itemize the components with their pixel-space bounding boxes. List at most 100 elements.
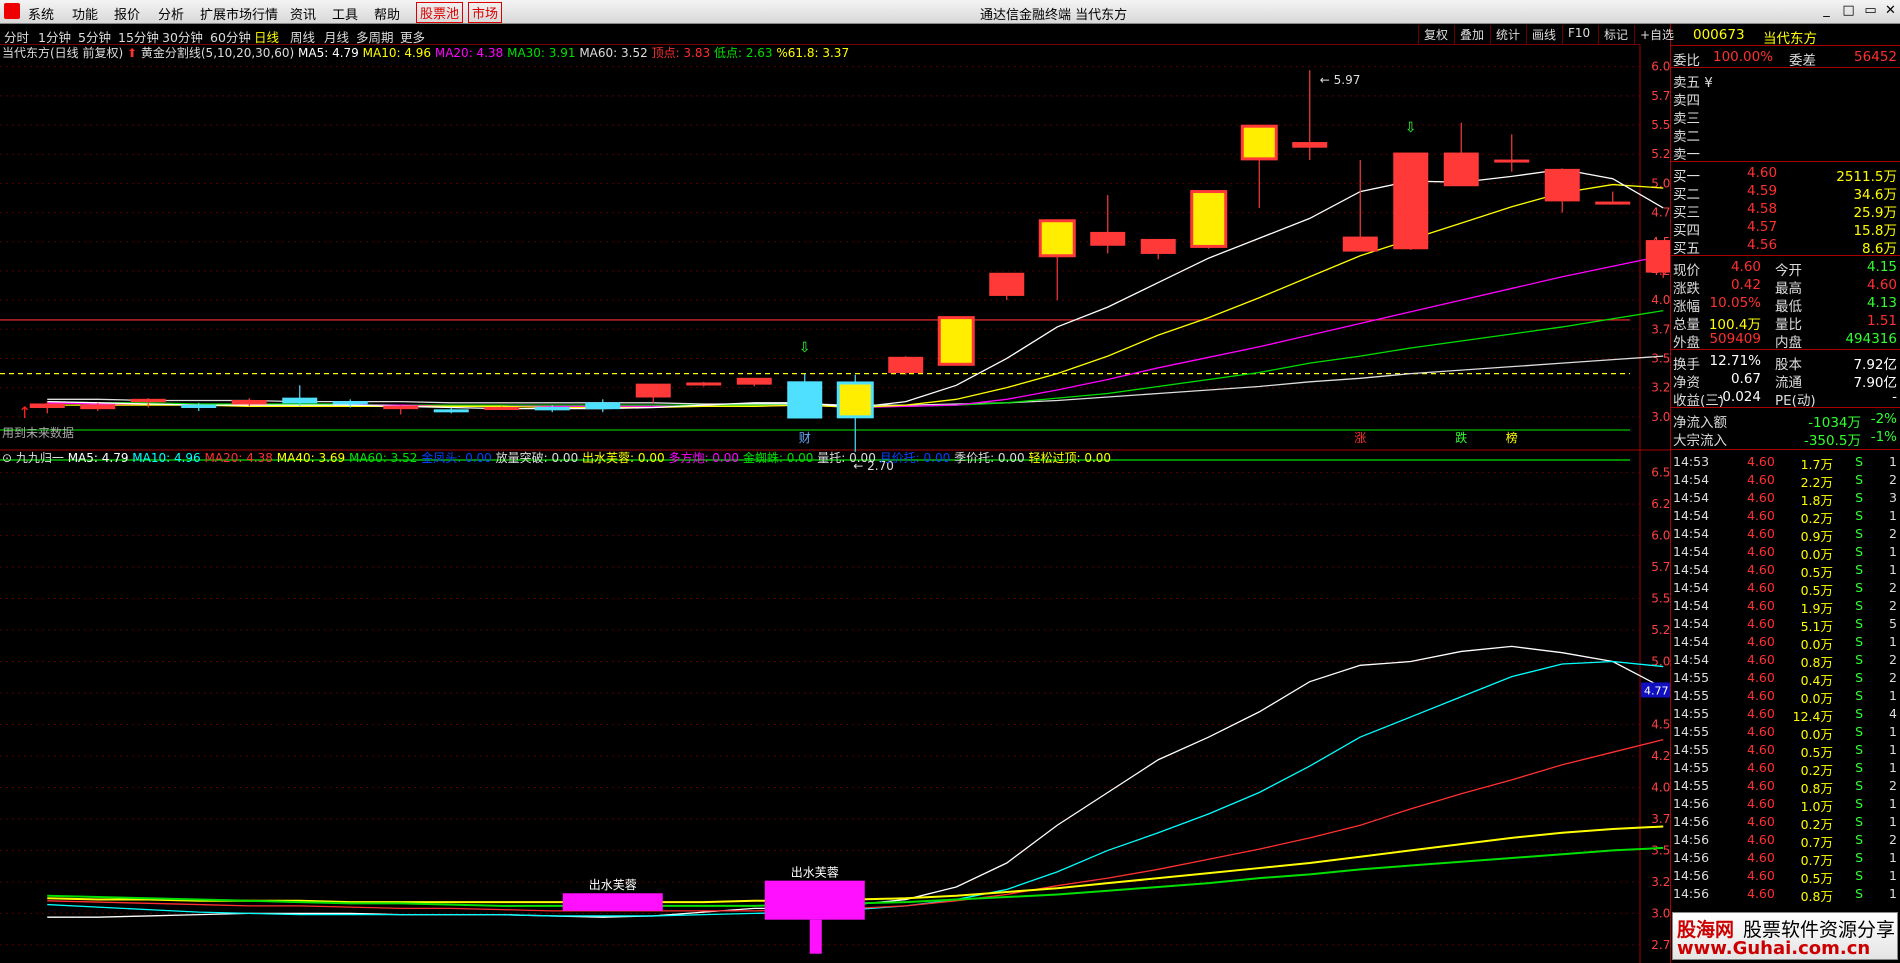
tick-cell: 14:56 xyxy=(1673,814,1710,829)
tick-cell: S xyxy=(1855,580,1863,595)
quote-row: 买三 4.58 25.9万 xyxy=(1671,200,1900,221)
tick-cell: S xyxy=(1855,490,1863,505)
tick-cell: 0.0万 xyxy=(1800,637,1833,652)
tick-cell: 1.0万 xyxy=(1800,799,1833,814)
tick-cell: 0.2万 xyxy=(1800,511,1833,526)
watermark-url: www.Guhai.com.cn xyxy=(1677,938,1871,959)
legend-item: MA60: 3.52 xyxy=(579,46,651,60)
flow-pct: -2% xyxy=(1870,411,1897,427)
fund-label: PE(动) xyxy=(1775,393,1816,409)
bid-price: 4.59 xyxy=(1747,183,1778,199)
bid-price: 4.60 xyxy=(1747,165,1778,181)
tick-cell: S xyxy=(1855,562,1863,577)
legend-item: MA10: 4.96 xyxy=(363,46,435,60)
maximize-icon[interactable]: □ xyxy=(1840,3,1857,19)
tick-row: 14:54 4.60 0.8万 S 2 xyxy=(1671,652,1900,670)
flow-pct: -1% xyxy=(1870,429,1897,445)
tick-row: 14:54 4.60 0.0万 S 1 xyxy=(1671,544,1900,562)
candle-body xyxy=(1038,219,1076,258)
candle-body xyxy=(383,405,419,410)
stat-value: 4.13 xyxy=(1866,295,1897,311)
tick-cell: 4.60 xyxy=(1747,652,1775,667)
candle-body xyxy=(787,381,823,419)
tick-cell: 1 xyxy=(1889,634,1897,649)
tick-row: 14:54 4.60 0.0万 S 1 xyxy=(1671,634,1900,652)
toolbar-button-5[interactable]: 标记 xyxy=(1598,25,1633,44)
candle-body xyxy=(1140,238,1176,254)
tick-cell: 4.60 xyxy=(1747,796,1775,811)
toolbar-button-4[interactable]: F10 xyxy=(1562,25,1595,44)
legend-item: 低点: 2.63 xyxy=(714,46,776,60)
signal-label: 出水芙蓉 xyxy=(589,878,637,892)
y-tick-label: 5.25 xyxy=(1651,623,1670,637)
candle-body xyxy=(1190,190,1228,248)
y-tick-label: 6.50 xyxy=(1651,466,1670,480)
tick-cell: 14:56 xyxy=(1673,868,1710,883)
arrow-down-icon: ⇩ xyxy=(1405,120,1417,136)
tick-cell: 4.60 xyxy=(1747,634,1775,649)
minimize-icon[interactable]: _ xyxy=(1818,3,1835,19)
legend-item: MA40: 3.69 xyxy=(277,451,349,465)
tick-cell: 14:54 xyxy=(1673,598,1710,613)
tick-cell: S xyxy=(1855,508,1863,523)
event-mark[interactable]: 涨 xyxy=(1354,430,1366,445)
event-mark[interactable]: 跌 xyxy=(1455,430,1467,445)
candle-body xyxy=(282,397,318,404)
arrow-down-icon: ⇩ xyxy=(799,340,811,356)
tick-cell: 2 xyxy=(1889,598,1897,613)
buy-arrow-icon: ↑ xyxy=(18,403,31,422)
candle-body xyxy=(534,406,570,411)
tick-cell: 4.60 xyxy=(1747,778,1775,793)
event-mark[interactable]: 榜 xyxy=(1506,430,1518,445)
tick-cell: 0.8万 xyxy=(1800,889,1833,904)
quote-row: 净资 0.67 流通 7.90亿 xyxy=(1671,370,1900,391)
tick-cell: 2 xyxy=(1889,526,1897,541)
restore-icon[interactable]: ▭ xyxy=(1862,3,1879,19)
stock-label: 当代东方(日线 前复权) xyxy=(2,45,127,60)
legend-item: 多方炮: 0.00 xyxy=(668,450,742,465)
quote-row: 卖一 xyxy=(1671,142,1900,163)
tick-cell: 14:54 xyxy=(1673,490,1710,505)
tick-row: 14:55 4.60 0.0万 S 1 xyxy=(1671,688,1900,706)
stat-value: 10.05% xyxy=(1709,295,1761,311)
sub-legend: ⊙ 九九归一 MA5: 4.79 MA10: 4.96 MA20: 4.38 M… xyxy=(2,450,1111,465)
stat-value: 4.60 xyxy=(1866,277,1897,293)
tick-cell: 14:55 xyxy=(1673,742,1710,757)
quote-row: 涨跌 0.42 最高 4.60 xyxy=(1671,276,1900,297)
chart-canvas[interactable]: 6.005.755.505.255.004.754.504.254.003.75… xyxy=(0,0,1670,963)
candle-body xyxy=(836,381,874,419)
tick-cell: 1 xyxy=(1889,760,1897,775)
candle-body xyxy=(1443,152,1479,187)
stat-value: 0.42 xyxy=(1730,277,1761,293)
candle-body xyxy=(1240,124,1278,161)
tick-row: 14:53 4.60 1.7万 S 1 xyxy=(1671,454,1900,472)
quote-row: 外盘 509409 内盘 494316 xyxy=(1671,330,1900,351)
tick-cell: 14:55 xyxy=(1673,670,1710,685)
toolbar-button-0[interactable]: 复权 xyxy=(1418,25,1453,44)
tick-cell: 4.60 xyxy=(1747,670,1775,685)
signal-tail xyxy=(809,919,822,954)
toolbar-button-2[interactable]: 统计 xyxy=(1490,25,1525,44)
candle-body xyxy=(1090,231,1126,246)
event-mark[interactable]: 财 xyxy=(799,431,811,445)
candle-body xyxy=(130,398,166,403)
tick-row: 14:54 4.60 1.9万 S 2 xyxy=(1671,598,1900,616)
candle-body xyxy=(80,404,116,410)
toolbar-button-1[interactable]: 叠加 xyxy=(1454,25,1489,44)
tick-cell: S xyxy=(1855,634,1863,649)
tick-row: 14:54 4.60 0.5万 S 1 xyxy=(1671,562,1900,580)
tick-cell: 4.60 xyxy=(1747,850,1775,865)
fund-value: 12.71% xyxy=(1709,353,1761,369)
close-icon[interactable]: ✕ xyxy=(1882,3,1899,19)
quote-row: 买二 4.59 34.6万 xyxy=(1671,182,1900,203)
tick-cell: 0.5万 xyxy=(1800,871,1833,886)
y-tick-label: 6.00 xyxy=(1651,60,1670,74)
tick-cell: 4.60 xyxy=(1747,742,1775,757)
toolbar-button-3[interactable]: 画线 xyxy=(1526,25,1561,44)
stat-value: 1.51 xyxy=(1866,313,1897,329)
toolbar-button-6[interactable]: +自选 xyxy=(1634,25,1679,44)
tick-row: 14:54 4.60 2.2万 S 2 xyxy=(1671,472,1900,490)
legend-item: 季价托: 0.00 xyxy=(954,451,1028,465)
y-tick-label: 5.75 xyxy=(1651,89,1670,103)
stat-label: 外盘 xyxy=(1673,335,1700,351)
